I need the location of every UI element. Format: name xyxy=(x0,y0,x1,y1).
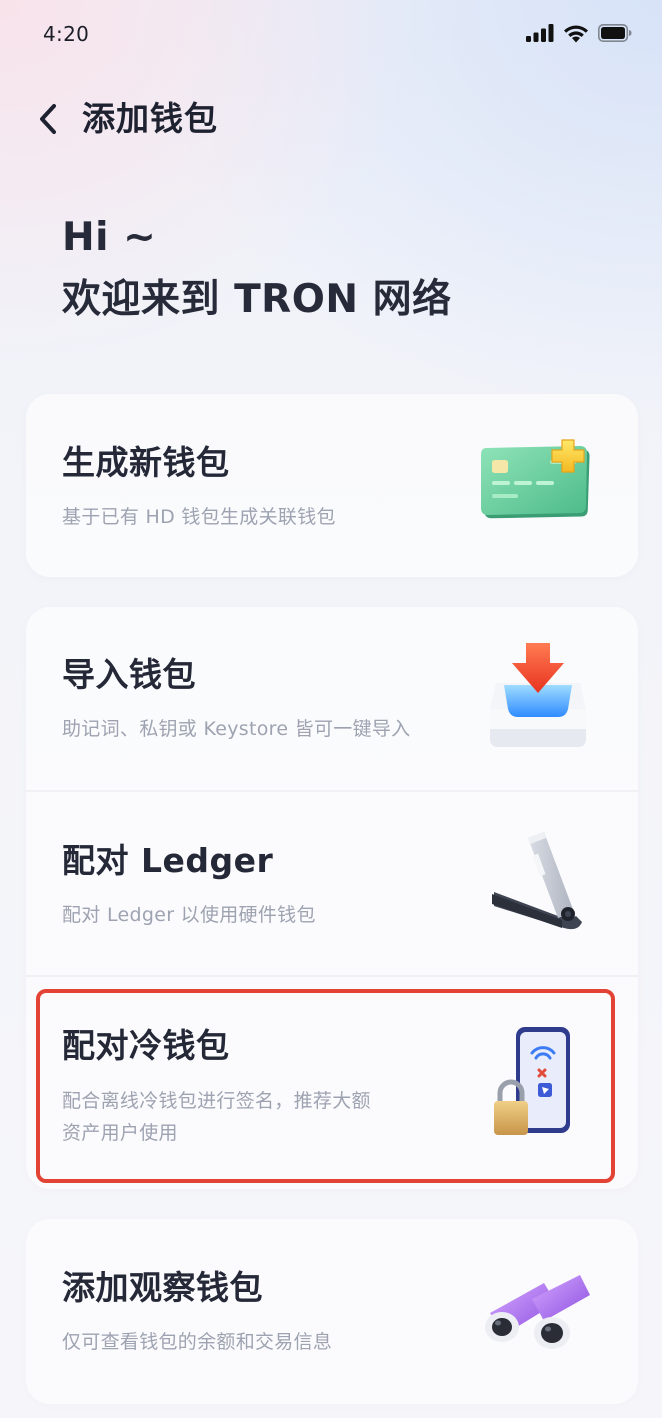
pair-ledger-description: 配对 Ledger 以使用硬件钱包 xyxy=(62,904,316,926)
generate-wallet-card[interactable]: 生成新钱包 基于已有 HD 钱包生成关联钱包 xyxy=(26,394,638,577)
add-watch-wallet-option[interactable]: 添加观察钱包 仅可查看钱包的余额和交易信息 xyxy=(26,1219,638,1404)
watch-wallet-card[interactable]: 添加观察钱包 仅可查看钱包的余额和交易信息 xyxy=(26,1219,638,1404)
pair-ledger-title: 配对 Ledger xyxy=(62,841,274,880)
greeting: Hi ~ 欢迎来到 TRON 网络 xyxy=(62,214,452,338)
generate-wallet-title: 生成新钱包 xyxy=(62,443,230,482)
ledger-device-icon xyxy=(492,832,582,930)
binoculars-icon xyxy=(485,1275,590,1349)
watch-wallet-title: 添加观察钱包 xyxy=(62,1268,263,1307)
generate-wallet-option[interactable]: 生成新钱包 基于已有 HD 钱包生成关联钱包 xyxy=(26,394,638,577)
import-wallet-title: 导入钱包 xyxy=(62,655,196,694)
generate-wallet-description: 基于已有 HD 钱包生成关联钱包 xyxy=(62,506,336,528)
greeting-hi: Hi ~ xyxy=(62,215,157,260)
nav-header: 添加钱包 xyxy=(0,95,662,143)
greeting-welcome: 欢迎来到 TRON 网络 xyxy=(62,277,452,322)
status-bar: 4:20 xyxy=(0,0,662,70)
status-time: 4:20 xyxy=(43,22,90,46)
highlight-box xyxy=(36,989,615,1183)
import-wallet-description: 助记词、私钥或 Keystore 皆可一键导入 xyxy=(62,718,411,740)
card-plus-icon xyxy=(481,439,590,519)
status-icons xyxy=(526,22,632,44)
chevron-left-icon xyxy=(40,104,56,134)
cellular-signal-icon xyxy=(526,24,554,42)
import-tray-icon xyxy=(490,643,586,747)
watch-wallet-description: 仅可查看钱包的余额和交易信息 xyxy=(62,1331,333,1353)
page-title: 添加钱包 xyxy=(82,99,218,138)
import-wallet-option[interactable]: 导入钱包 助记词、私钥或 Keystore 皆可一键导入 xyxy=(26,607,638,790)
back-button[interactable] xyxy=(30,99,66,139)
pair-ledger-option[interactable]: 配对 Ledger 配对 Ledger 以使用硬件钱包 xyxy=(26,792,638,975)
wifi-icon xyxy=(564,25,588,42)
battery-icon xyxy=(598,24,632,42)
